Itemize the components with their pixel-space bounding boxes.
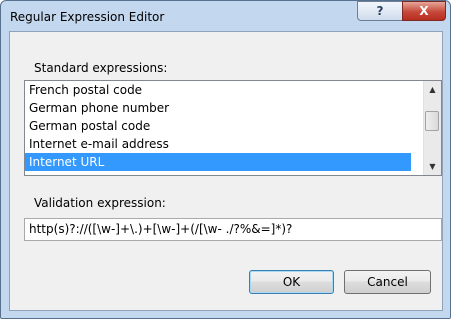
standard-expressions-list[interactable]: French postal code German phone number G… [24,80,442,176]
question-mark-icon: ? [376,4,384,18]
close-button[interactable]: X [402,1,446,21]
cancel-button[interactable]: Cancel [344,270,431,294]
title-bar[interactable]: Regular Expression Editor ? X [1,1,450,31]
list-item[interactable]: German postal code [25,117,411,135]
list-scrollbar[interactable]: ▲ ▼ [423,81,441,175]
standard-expressions-label: Standard expressions: [34,61,168,75]
window-title: Regular Expression Editor [10,10,165,24]
close-icon: X [419,4,429,18]
cancel-button-label: Cancel [367,275,408,289]
validation-expression-label: Validation expression: [34,196,166,210]
list-item-selected[interactable]: Internet URL [25,153,411,171]
list-item[interactable]: French postal code [25,81,411,99]
scrollbar-thumb[interactable] [425,111,439,131]
ok-button[interactable]: OK [249,270,334,294]
list-item[interactable]: German phone number [25,99,411,117]
help-button[interactable]: ? [357,1,403,21]
ok-button-label: OK [282,275,301,289]
list-item[interactable]: Internet e-mail address [25,135,411,153]
scroll-down-arrow-icon[interactable]: ▼ [424,158,441,175]
validation-expression-input[interactable]: http(s)?://([\w-]+\.)+[\w-]+(/[\w- ./?%&… [24,218,442,241]
scroll-up-arrow-icon[interactable]: ▲ [424,81,441,98]
